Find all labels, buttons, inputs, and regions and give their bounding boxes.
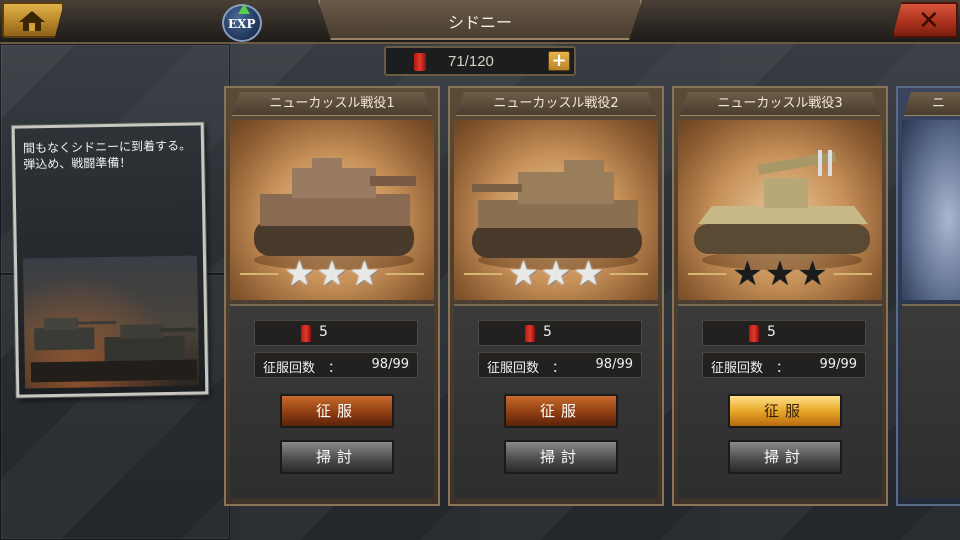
add-fuel-button[interactable]: + bbox=[548, 51, 570, 71]
briefing-panel: 間もなくシドニーに到着する。弾込め、戦闘準備！ bbox=[11, 122, 209, 398]
mission-header: ニューカッスル戦役3 bbox=[680, 92, 880, 116]
mission-header: ニ bbox=[904, 92, 960, 116]
fuel-cost-value: 5 bbox=[319, 324, 328, 340]
close-button[interactable]: ✕ bbox=[892, 2, 958, 38]
fuel-value: 71/120 bbox=[448, 53, 494, 70]
mission-title: ニューカッスル戦役3 bbox=[717, 96, 843, 111]
fuel-cost: 5 bbox=[254, 320, 418, 346]
mission-title: ニ bbox=[932, 96, 946, 111]
briefing-text: 間もなくシドニーに到着する。弾込め、戦闘準備！ bbox=[22, 138, 192, 172]
sweep-button[interactable]: 掃討 bbox=[728, 440, 842, 474]
title-plate: シドニー bbox=[318, 0, 642, 40]
fuel-can-icon bbox=[749, 325, 759, 342]
star-empty-icon: ★ bbox=[732, 254, 763, 294]
fuel-can-icon bbox=[301, 325, 311, 342]
mission-details: 5 征服回数 ： 99/99 征服 掃討 bbox=[678, 304, 882, 498]
briefing-image bbox=[22, 255, 200, 389]
mission-title: ニューカッスル戦役1 bbox=[269, 96, 395, 111]
mission-details: 5 征服回数 ： 98/99 征服 掃討 bbox=[454, 304, 658, 498]
conquest-count: 征服回数 ： 98/99 bbox=[254, 352, 418, 378]
conquer-button[interactable]: 征服 bbox=[504, 394, 618, 428]
star-empty-icon: ★ bbox=[764, 254, 796, 294]
star-rating: ★★★ bbox=[226, 256, 438, 292]
star-icon: ★ bbox=[508, 254, 539, 294]
fuel-cost-value: 5 bbox=[543, 324, 552, 340]
sweep-button[interactable]: 掃討 bbox=[280, 440, 394, 474]
mission-details bbox=[902, 304, 960, 498]
star-empty-icon: ★ bbox=[797, 254, 828, 294]
star-icon: ★ bbox=[284, 254, 315, 294]
conquest-count-label: 征服回数 ： bbox=[263, 361, 342, 376]
star-icon: ★ bbox=[573, 254, 604, 294]
conquest-count-value: 99/99 bbox=[819, 357, 857, 372]
fuel-can-icon bbox=[414, 53, 426, 71]
tank-image bbox=[902, 120, 960, 300]
conquest-count-label: 征服回数 ： bbox=[487, 361, 566, 376]
exp-label: EXP bbox=[228, 17, 256, 31]
fuel-can-icon bbox=[525, 325, 535, 342]
conquest-count-value: 98/99 bbox=[371, 357, 409, 372]
sweep-button[interactable]: 掃討 bbox=[504, 440, 618, 474]
fuel-counter: 71/120 + bbox=[384, 46, 576, 76]
mission-card: ニューカッスル戦役1 ★★★ 5 征服回数 ： 98/99 征服 掃討 bbox=[224, 86, 440, 506]
mission-title: ニューカッスル戦役2 bbox=[493, 96, 619, 111]
mission-card: ニューカッスル戦役2 ★★★ 5 征服回数 ： 98/99 征服 掃討 bbox=[448, 86, 664, 506]
star-icon: ★ bbox=[316, 254, 348, 294]
home-icon bbox=[19, 11, 45, 31]
star-icon: ★ bbox=[540, 254, 572, 294]
star-rating: ★★★ bbox=[674, 256, 886, 292]
conquer-button[interactable]: 征服 bbox=[280, 394, 394, 428]
exp-icon[interactable]: EXP bbox=[222, 4, 262, 42]
home-button[interactable] bbox=[2, 2, 64, 38]
conquest-count-value: 98/99 bbox=[595, 357, 633, 372]
level-up-arrow-icon bbox=[238, 4, 250, 14]
mission-header: ニューカッスル戦役1 bbox=[232, 92, 432, 116]
mission-card: ニューカッスル戦役3 ★★★ 5 征服回数 ： 99/99 征服 掃討 bbox=[672, 86, 888, 506]
fuel-cost: 5 bbox=[478, 320, 642, 346]
star-rating: ★★★ bbox=[450, 256, 662, 292]
mission-header: ニューカッスル戦役2 bbox=[456, 92, 656, 116]
fuel-cost: 5 bbox=[702, 320, 866, 346]
conquest-count: 征服回数 ： 98/99 bbox=[478, 352, 642, 378]
conquest-count: 征服回数 ： 99/99 bbox=[702, 352, 866, 378]
conquest-count-label: 征服回数 ： bbox=[711, 361, 790, 376]
star-icon: ★ bbox=[349, 254, 380, 294]
mission-card-next[interactable]: ニ bbox=[896, 86, 960, 506]
fuel-cost-value: 5 bbox=[767, 324, 776, 340]
top-bar: EXP シドニー ✕ bbox=[0, 0, 960, 44]
page-title: シドニー bbox=[447, 13, 512, 32]
conquer-button[interactable]: 征服 bbox=[728, 394, 842, 428]
mission-details: 5 征服回数 ： 98/99 征服 掃討 bbox=[230, 304, 434, 498]
close-icon: ✕ bbox=[918, 6, 940, 36]
